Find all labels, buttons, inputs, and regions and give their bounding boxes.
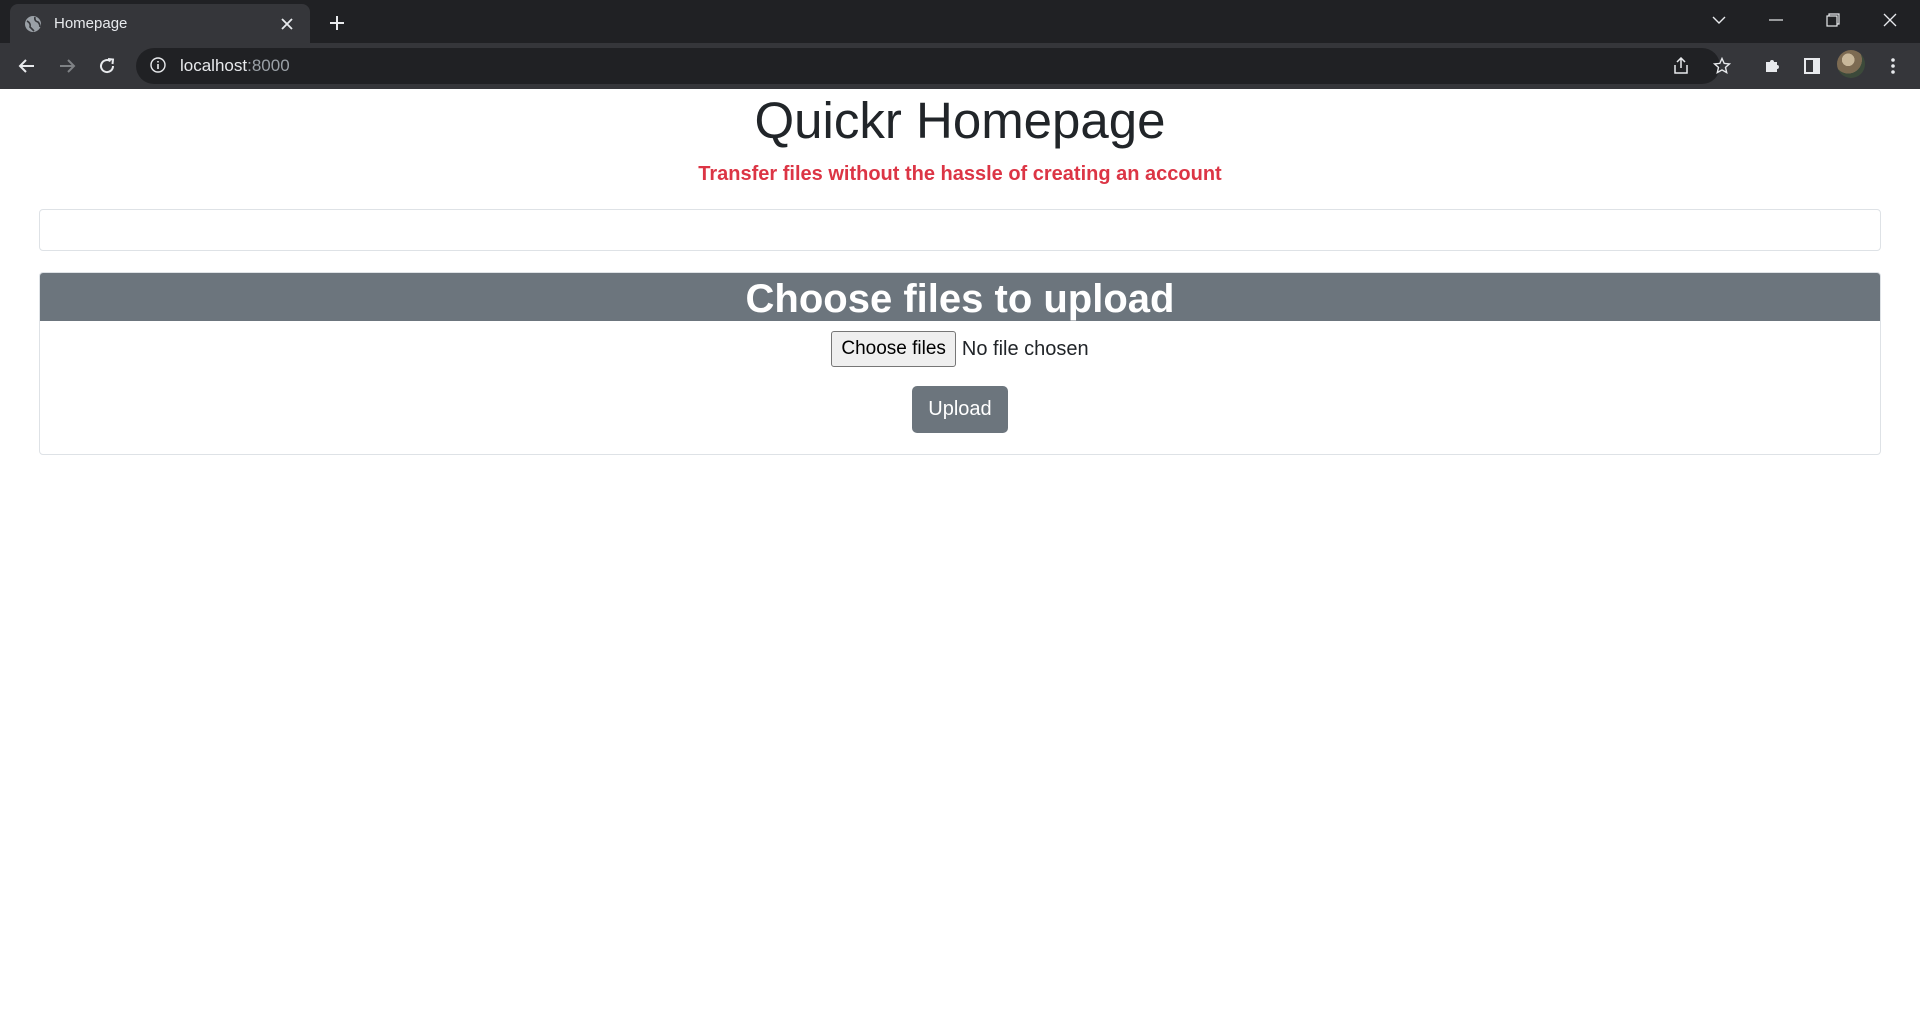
minimize-icon[interactable] <box>1748 0 1804 40</box>
star-icon[interactable] <box>1705 49 1739 83</box>
address-bar[interactable]: localhost :8000 <box>136 48 1720 84</box>
share-icon[interactable] <box>1664 49 1698 83</box>
browser-toolbar: localhost :8000 <box>0 43 1920 89</box>
browser-tab[interactable]: Homepage <box>10 4 310 43</box>
plus-icon[interactable] <box>324 10 350 36</box>
side-panel-icon[interactable] <box>1795 49 1829 83</box>
window-close-icon[interactable] <box>1862 0 1918 40</box>
upload-card-header: Choose files to upload <box>40 273 1880 321</box>
chevron-down-icon[interactable] <box>1691 0 1747 40</box>
file-input[interactable]: Choose files No file chosen <box>40 331 1880 367</box>
upload-card: Choose files to upload Choose files No f… <box>39 272 1881 455</box>
reload-icon[interactable] <box>90 49 124 83</box>
avatar[interactable] <box>1837 50 1865 78</box>
tab-title: Homepage <box>54 15 128 32</box>
close-icon[interactable] <box>278 15 296 33</box>
menu-icon[interactable] <box>1876 49 1910 83</box>
file-status-text: No file chosen <box>961 337 1089 360</box>
page-subtitle: Transfer files without the hassle of cre… <box>698 163 1222 185</box>
puzzle-icon[interactable] <box>1755 49 1789 83</box>
choose-files-button[interactable]: Choose files <box>831 331 956 367</box>
upload-button[interactable]: Upload <box>912 386 1008 433</box>
tab-strip: Homepage <box>0 0 1920 43</box>
forward-icon[interactable] <box>50 49 84 83</box>
message-box <box>39 209 1881 251</box>
page-title: Quickr Homepage <box>754 92 1166 149</box>
globe-icon <box>24 15 42 33</box>
restore-icon[interactable] <box>1805 0 1861 40</box>
url-port: :8000 <box>247 56 290 75</box>
upload-row: Upload <box>40 386 1880 433</box>
url-host: localhost <box>180 56 248 75</box>
info-icon[interactable] <box>150 57 168 75</box>
page-content: Quickr Homepage Transfer files without t… <box>0 89 1920 1011</box>
back-icon[interactable] <box>10 49 44 83</box>
